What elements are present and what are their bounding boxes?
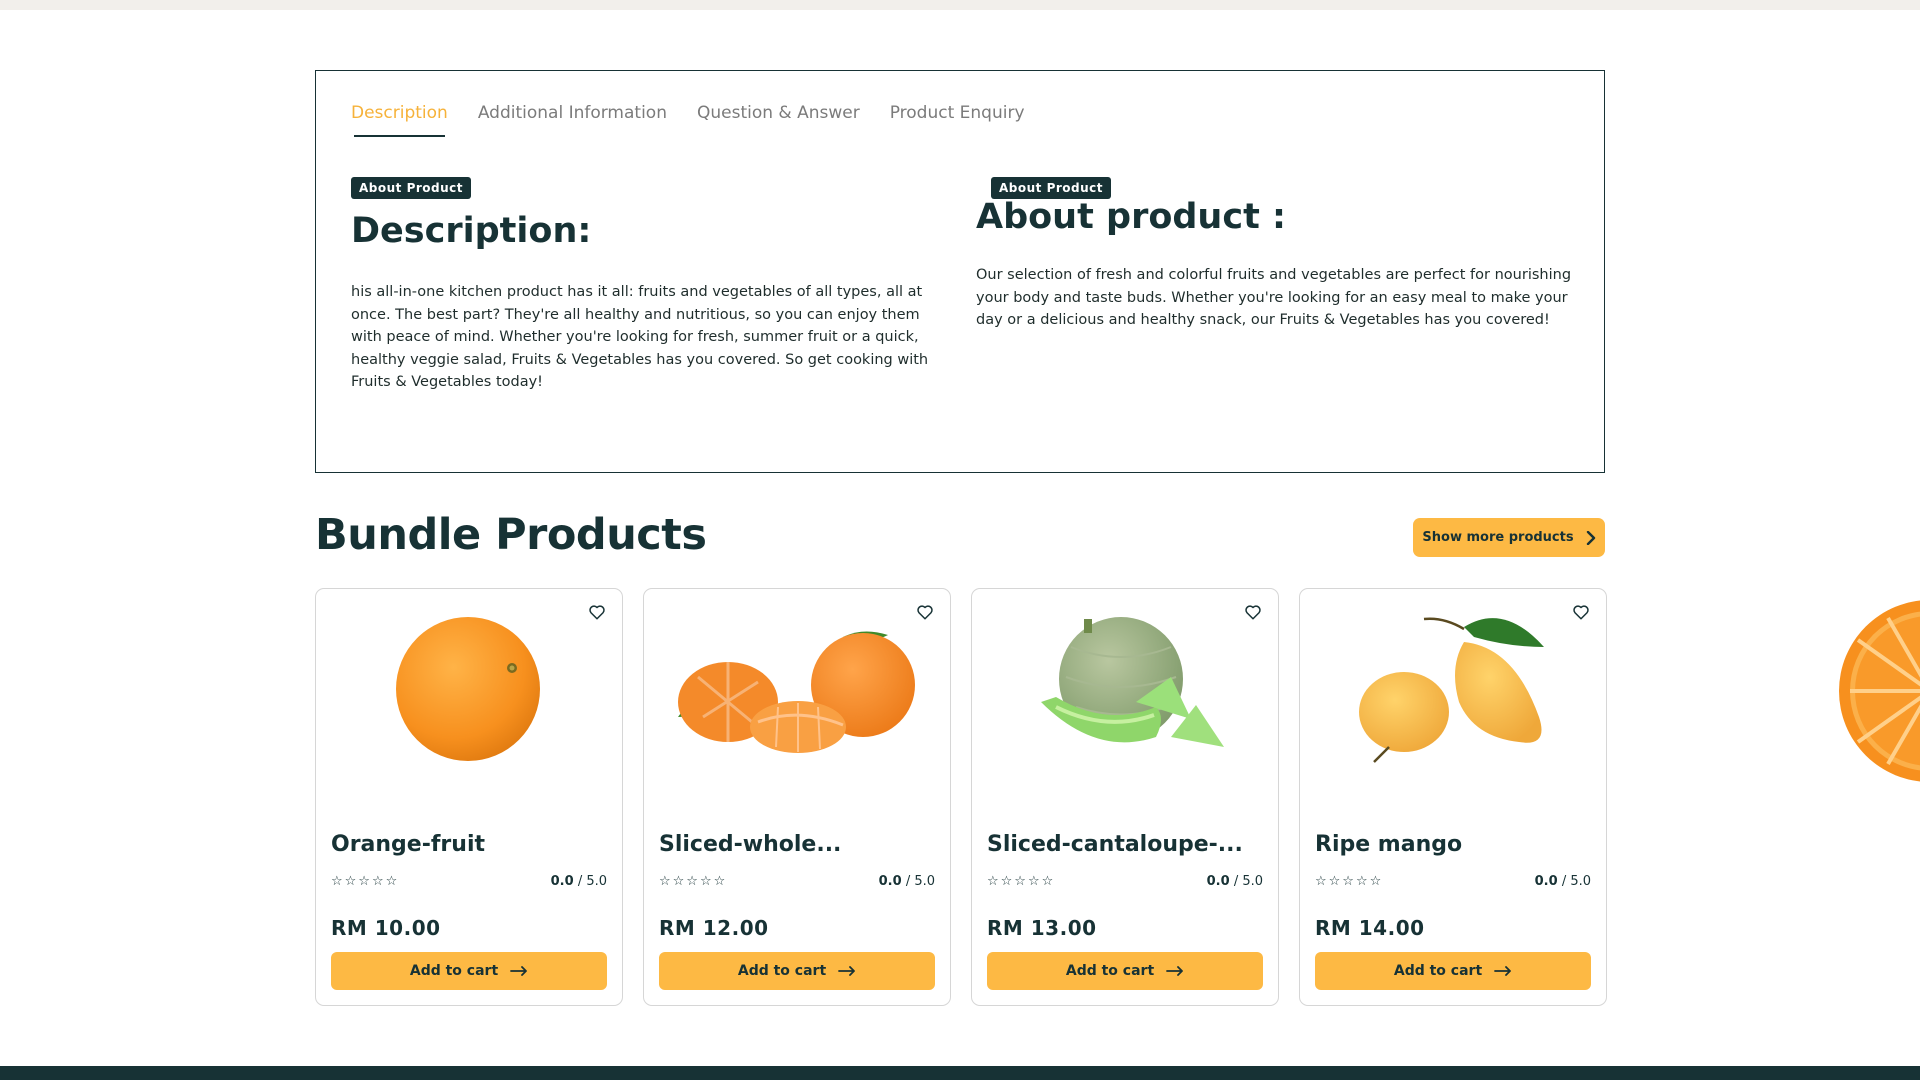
add-to-cart-label: Add to cart — [1393, 963, 1483, 979]
product-card[interactable]: Orange-fruit ☆☆☆☆☆ 0.0 / 5.0 RM 10.00 Ad… — [315, 588, 623, 1006]
about-product-badge: About Product — [351, 177, 472, 199]
bundle-products-title: Bundle Products — [315, 510, 707, 560]
orange-slice-decoration — [1839, 600, 1920, 782]
about-text: Our selection of fresh and colorful frui… — [976, 267, 1572, 328]
rating-score: 0.0 / 5.0 — [1534, 874, 1591, 889]
mango-image — [1359, 617, 1544, 763]
top-strip — [0, 0, 1920, 10]
product-tabs: Description Additional Information Quest… — [351, 103, 1025, 137]
product-name[interactable]: Sliced-whole... — [659, 832, 841, 857]
star-rating-icon: ☆☆☆☆☆ — [659, 874, 728, 889]
add-to-cart-label: Add to cart — [737, 963, 827, 979]
rating-score: 0.0 / 5.0 — [550, 874, 607, 889]
rating-score: 0.0 / 5.0 — [878, 874, 935, 889]
about-column: About Product About product : Our select… — [976, 177, 1576, 332]
description-column: About Product Description: his all-in-on… — [351, 177, 941, 394]
show-more-label: Show more products — [1422, 530, 1574, 545]
arrow-right-icon — [838, 966, 856, 976]
about-product-badge: About Product — [991, 177, 1112, 199]
product-card[interactable]: Sliced-whole... ☆☆☆☆☆ 0.0 / 5.0 RM 12.00… — [643, 588, 951, 1006]
description-text: his all-in-one kitchen product has it al… — [351, 284, 929, 390]
product-price: RM 12.00 — [659, 916, 769, 940]
product-info-panel: Description Additional Information Quest… — [315, 70, 1605, 473]
tab-description[interactable]: Description — [351, 103, 448, 137]
tab-question-answer[interactable]: Question & Answer — [697, 103, 860, 137]
description-heading: Description: — [351, 211, 592, 251]
about-heading: About product : — [976, 197, 1287, 237]
tab-additional-information[interactable]: Additional Information — [478, 103, 667, 137]
cantaloupe-image — [1041, 617, 1224, 747]
footer-strip — [0, 1066, 1920, 1080]
chevron-right-icon — [1586, 530, 1595, 545]
product-price: RM 10.00 — [331, 916, 441, 940]
add-to-cart-button[interactable]: Add to cart — [659, 952, 935, 990]
arrow-right-icon — [1494, 966, 1512, 976]
show-more-products-button[interactable]: Show more products — [1413, 518, 1605, 557]
arrow-right-icon — [1166, 966, 1184, 976]
product-price: RM 14.00 — [1315, 916, 1425, 940]
star-rating-icon: ☆☆☆☆☆ — [1315, 874, 1384, 889]
orange-image — [396, 617, 540, 761]
add-to-cart-label: Add to cart — [1065, 963, 1155, 979]
star-rating-icon: ☆☆☆☆☆ — [331, 874, 400, 889]
add-to-cart-label: Add to cart — [409, 963, 499, 979]
arrow-right-icon — [510, 966, 528, 976]
product-price: RM 13.00 — [987, 916, 1097, 940]
add-to-cart-button[interactable]: Add to cart — [1315, 952, 1591, 990]
bundle-product-list: Orange-fruit ☆☆☆☆☆ 0.0 / 5.0 RM 10.00 Ad… — [315, 588, 1607, 1006]
product-name[interactable]: Orange-fruit — [331, 832, 485, 857]
product-name[interactable]: Sliced-cantaloupe-... — [987, 832, 1243, 857]
product-name[interactable]: Ripe mango — [1315, 832, 1462, 857]
mandarin-image — [678, 631, 915, 753]
tab-product-enquiry[interactable]: Product Enquiry — [890, 103, 1025, 137]
star-rating-icon: ☆☆☆☆☆ — [987, 874, 1056, 889]
product-card[interactable]: Sliced-cantaloupe-... ☆☆☆☆☆ 0.0 / 5.0 RM… — [971, 588, 1279, 1006]
product-card[interactable]: Ripe mango ☆☆☆☆☆ 0.0 / 5.0 RM 14.00 Add … — [1299, 588, 1607, 1006]
rating-score: 0.0 / 5.0 — [1206, 874, 1263, 889]
add-to-cart-button[interactable]: Add to cart — [331, 952, 607, 990]
add-to-cart-button[interactable]: Add to cart — [987, 952, 1263, 990]
